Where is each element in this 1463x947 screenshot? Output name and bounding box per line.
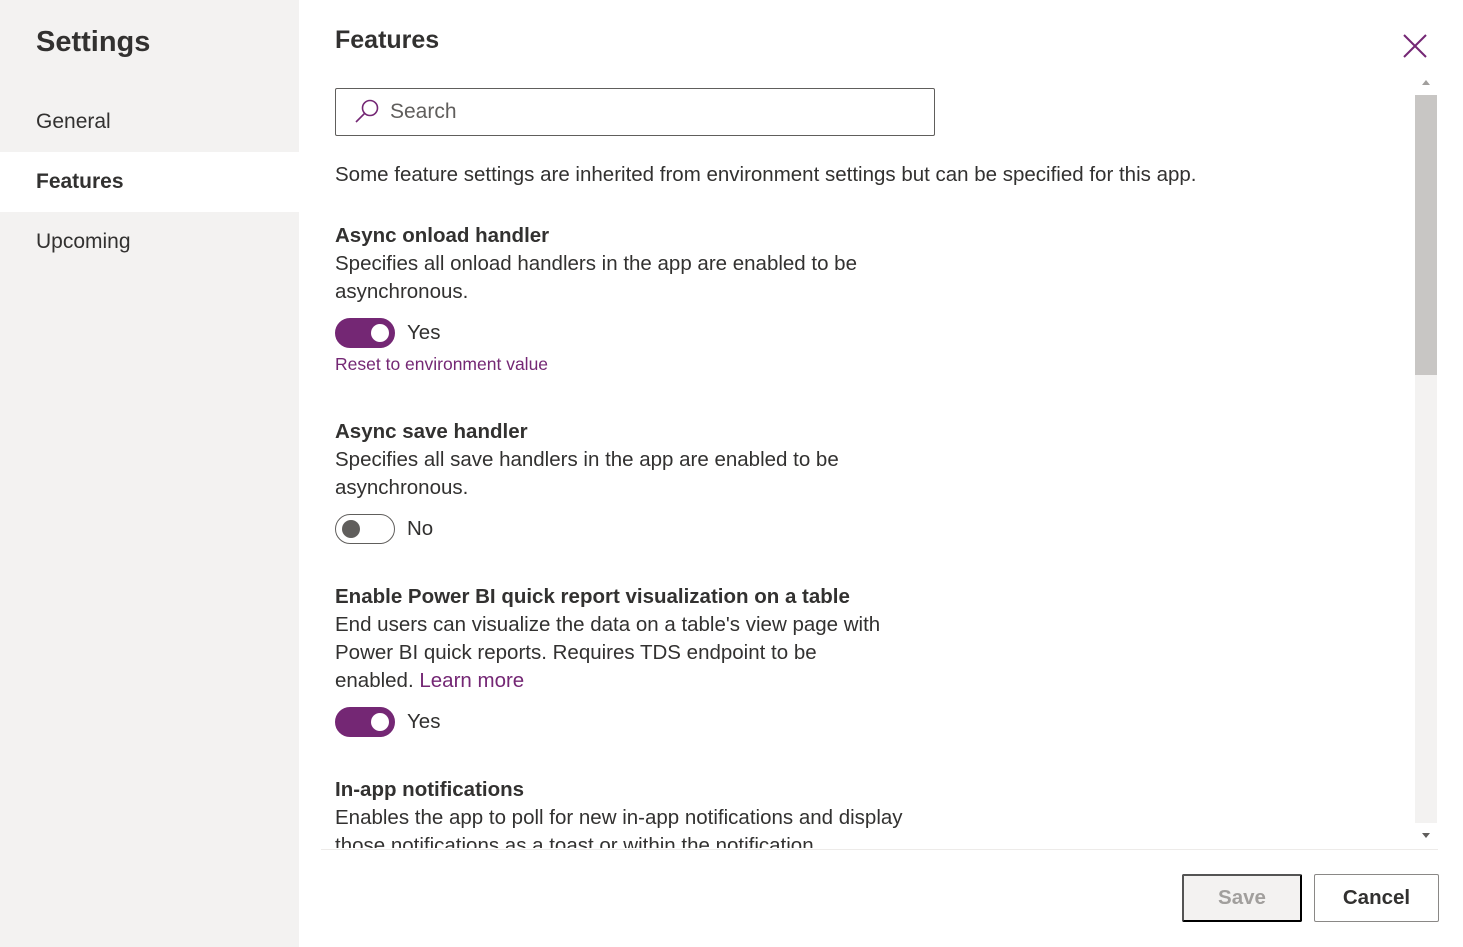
close-button[interactable] [1399, 30, 1431, 62]
scrollbar-thumb[interactable] [1415, 95, 1437, 375]
settings-sidebar: Settings General Features Upcoming [0, 0, 299, 947]
async-save-toggle[interactable] [335, 514, 395, 544]
nav-item-upcoming[interactable]: Upcoming [0, 212, 299, 272]
footer-divider [321, 849, 1438, 850]
feature-async-onload: Async onload handler Specifies all onloa… [335, 222, 935, 375]
feature-description-line: Power BI quick reports. Requires TDS end… [335, 641, 817, 664]
feature-title: Async save handler [335, 420, 528, 443]
async-onload-toggle[interactable] [335, 318, 395, 348]
save-button[interactable]: Save [1182, 874, 1302, 922]
feature-description-line: asynchronous. [335, 280, 469, 303]
close-icon [1403, 34, 1427, 58]
toggle-row: Yes [335, 707, 955, 737]
toggle-label: No [407, 517, 434, 540]
learn-more-link[interactable]: Learn more [419, 669, 524, 692]
search-input[interactable] [390, 100, 910, 124]
feature-description: Specifies all onload handlers in the app… [335, 250, 935, 306]
feature-description-line: asynchronous. [335, 476, 469, 499]
feature-description-line: enabled. Learn more [335, 667, 955, 695]
feature-description-line: Specifies all onload handlers in the app… [335, 252, 857, 275]
features-panel: Features Some feature setti [299, 0, 1463, 947]
feature-async-save: Async save handler Specifies all save ha… [335, 418, 935, 544]
features-scroll-area: Some feature settings are inherited from… [299, 70, 1414, 848]
toggle-row: No [335, 514, 935, 544]
reset-to-environment-link[interactable]: Reset to environment value [335, 354, 935, 375]
scroll-up-arrow-icon[interactable] [1419, 76, 1433, 90]
power-bi-quick-report-toggle[interactable] [335, 707, 395, 737]
cancel-button[interactable]: Cancel [1314, 874, 1439, 922]
toggle-label: Yes [407, 710, 441, 733]
search-box[interactable] [335, 88, 935, 136]
sidebar-title: Settings [36, 26, 151, 58]
intro-text: Some feature settings are inherited from… [335, 163, 1197, 186]
feature-description-line: Enables the app to poll for new in-app n… [335, 806, 903, 829]
feature-power-bi-quick-report: Enable Power BI quick report visualizati… [335, 583, 955, 737]
toggle-knob [371, 713, 389, 731]
feature-description-line: Specifies all save handlers in the app a… [335, 448, 839, 471]
scroll-down-arrow-icon[interactable] [1419, 828, 1433, 842]
feature-description-line: those notifications as a toast or within… [335, 834, 814, 848]
nav-item-features[interactable]: Features [0, 152, 299, 212]
feature-title: In-app notifications [335, 778, 525, 801]
toggle-knob [342, 520, 360, 538]
toggle-row: Yes [335, 318, 935, 348]
nav-item-general[interactable]: General [0, 92, 299, 152]
feature-description: End users can visualize the data on a ta… [335, 611, 955, 695]
feature-description: Enables the app to poll for new in-app n… [335, 804, 975, 848]
search-icon [352, 97, 382, 127]
vertical-scrollbar[interactable] [1414, 70, 1438, 848]
feature-title: Async onload handler [335, 224, 550, 247]
feature-in-app-notifications: In-app notifications Enables the app to … [335, 776, 975, 848]
toggle-knob [371, 324, 389, 342]
panel-title: Features [335, 26, 440, 54]
toggle-label: Yes [407, 321, 441, 344]
feature-description-line: End users can visualize the data on a ta… [335, 613, 881, 636]
feature-description-text: enabled. [335, 669, 414, 692]
feature-description: Specifies all save handlers in the app a… [335, 446, 935, 502]
feature-title: Enable Power BI quick report visualizati… [335, 585, 850, 608]
